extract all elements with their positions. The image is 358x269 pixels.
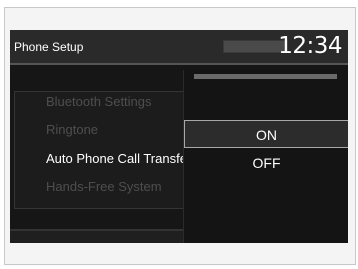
popup-top-bar — [194, 74, 337, 79]
option-on-button[interactable]: ON — [184, 120, 348, 148]
clock: 12:34 — [278, 33, 342, 59]
option-off-button[interactable]: OFF — [184, 149, 348, 177]
option-popup: ON OFF — [183, 70, 348, 243]
menu-item-ringtone[interactable]: Ringtone — [46, 122, 98, 137]
menu-item-auto-phone-call-transfer[interactable]: Auto Phone Call Transfer — [46, 151, 191, 166]
header-bar: Phone Setup 12:34 — [10, 30, 348, 65]
menu-item-bluetooth-settings[interactable]: Bluetooth Settings — [46, 94, 152, 109]
page-title: Phone Setup — [14, 40, 84, 54]
menu-item-hands-free-system[interactable]: Hands-Free System — [46, 179, 162, 194]
infotainment-screen: Phone Setup 12:34 Bluetooth Settings Rin… — [10, 30, 348, 243]
